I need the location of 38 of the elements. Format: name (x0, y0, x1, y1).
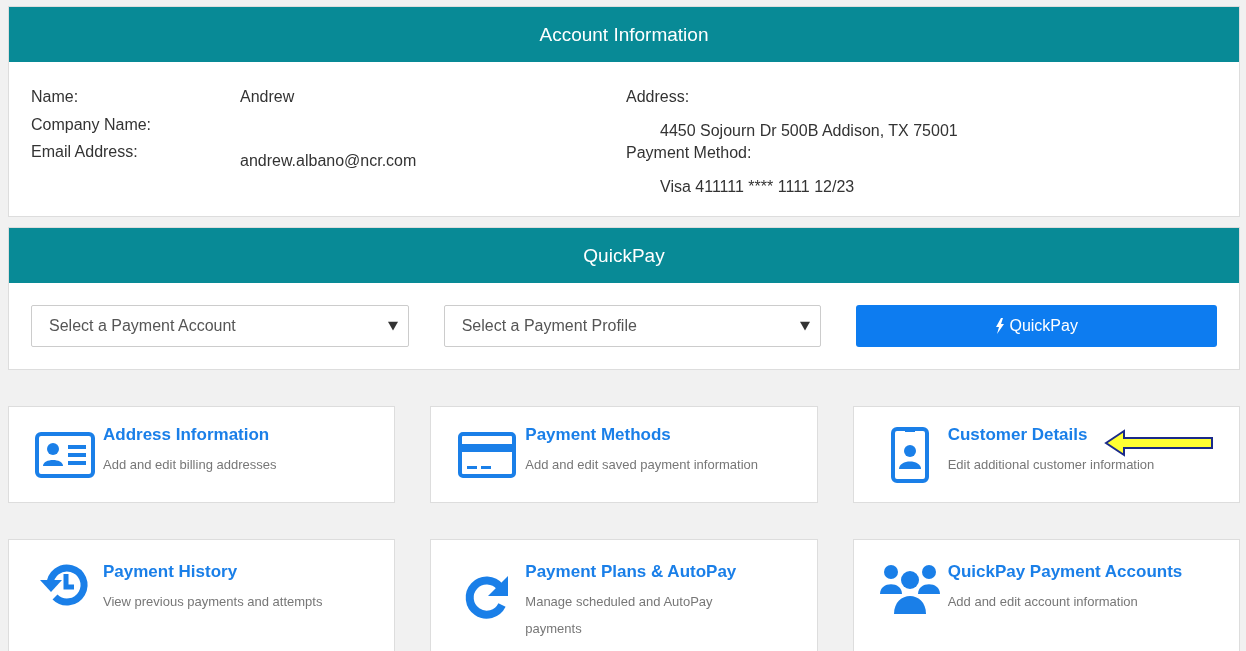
tile-title: Payment Methods (525, 425, 672, 445)
field-label: Company Name: (31, 115, 153, 135)
menu-tile[interactable]: Payment History View previous payments and attempts (8, 539, 396, 651)
field-label: Email Address: (31, 143, 139, 162)
history-icon (40, 562, 90, 608)
users-icon (879, 562, 940, 614)
field-value: andrew.albano@ncr.com (240, 151, 417, 171)
tile-description: Edit additional customer information (947, 456, 1155, 474)
menu-tile[interactable]: QuickPay Payment Accounts Add and edit account information (852, 539, 1240, 651)
quickpay-button[interactable]: QuickPay (856, 305, 1217, 347)
tile-title: Address Information (103, 425, 271, 445)
panel-title: QuickPay (583, 245, 665, 266)
lightning-icon (995, 318, 1006, 334)
tile-description: Manage scheduled and AutoPay payments (525, 593, 714, 638)
menu-tile[interactable]: Payment Methods Add and edit saved payment information (430, 406, 818, 503)
field-label: Name: (31, 88, 80, 107)
menu-tile[interactable]: Customer Details Edit additional customer information (852, 406, 1240, 503)
tile-description: View previous payments and attempts (103, 593, 323, 611)
tile-title: Payment Plans & AutoPay (525, 562, 738, 582)
tile-title: QuickPay Payment Accounts (947, 562, 1183, 582)
tile-description: Add and edit saved payment information (525, 456, 759, 474)
field-label: Address: (626, 88, 691, 107)
dropdown[interactable]: Select a Payment Account (31, 305, 409, 347)
tile-title: Payment History (103, 562, 239, 582)
menu-tile[interactable]: Address Information Add and edit billing addresses (8, 406, 396, 503)
badge-icon (890, 426, 929, 483)
dropdown[interactable]: Select a Payment Profile (443, 305, 822, 347)
tile-description: Add and edit account information (947, 593, 1139, 611)
field-label: Payment Method: (626, 144, 753, 163)
field-value: Andrew (240, 88, 295, 107)
tile-title: Customer Details (947, 425, 1089, 445)
id-card-icon (35, 431, 95, 478)
tile-description: Add and edit billing addresses (103, 456, 277, 474)
panel-title: Account Information (539, 24, 709, 45)
menu-tile[interactable]: Payment Plans & AutoPay Manage scheduled and AutoPay payments (430, 539, 818, 651)
field-value: 4450 Sojourn Dr 500B Addison, TX 75001 (659, 121, 959, 141)
field-value: Visa 411111 **** 1111 12/23 (659, 177, 856, 197)
credit-card-icon (458, 431, 517, 478)
